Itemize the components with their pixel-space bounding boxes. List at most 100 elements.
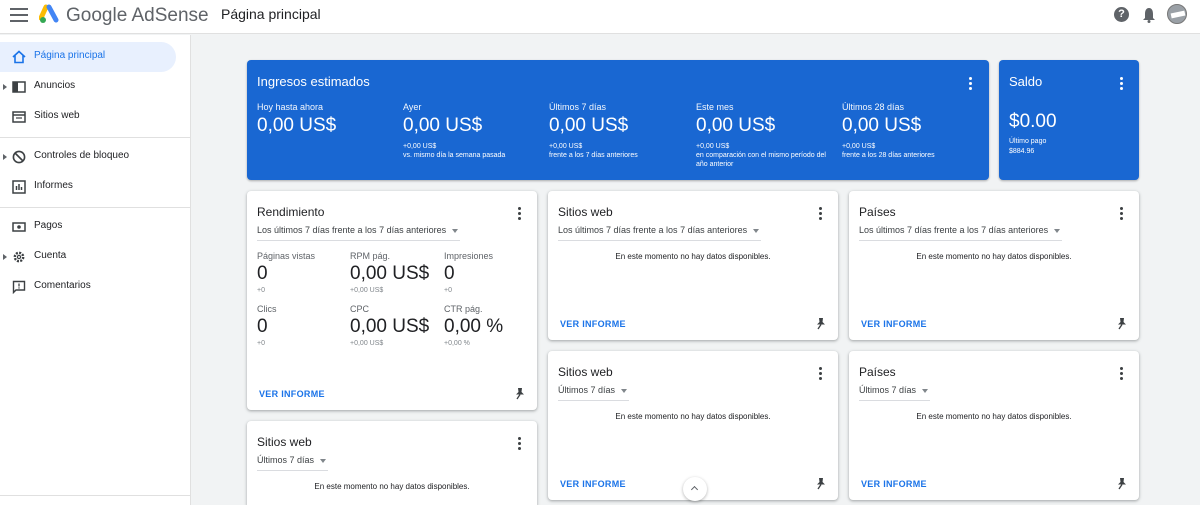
sidebar-divider [0, 137, 191, 138]
stat-today: Hoy hasta ahora 0,00 US$ [257, 102, 397, 137]
menu-icon[interactable] [10, 8, 28, 22]
view-report-link[interactable]: VER INFORME [861, 479, 927, 489]
last-payment-label: Último pago [1009, 138, 1047, 145]
metric-value: 0 [444, 263, 455, 284]
stat-delta: +0,00 US$ [403, 143, 437, 150]
sidebar-item-payments[interactable]: Pagos [0, 212, 176, 242]
expand-caret-icon [3, 254, 7, 260]
metric-delta: +0 [257, 340, 265, 347]
metric-value: 0 [257, 316, 268, 337]
countries-compare-card: Países Los últimos 7 días frente a los 7… [849, 191, 1139, 340]
sidebar-item-reports[interactable]: Informes [0, 172, 176, 202]
metric-value: 0,00 US$ [350, 263, 430, 284]
adsense-logo-icon [39, 4, 59, 23]
metric-delta: +0 [444, 287, 452, 294]
view-report-link[interactable]: VER INFORME [560, 479, 626, 489]
sidebar-item-label: Informes [34, 180, 73, 191]
no-data-message: En este momento no hay datos disponibles… [615, 252, 771, 261]
more-options-icon[interactable] [819, 367, 823, 381]
more-options-icon[interactable] [518, 437, 522, 451]
stat-value: 0,00 US$ [842, 115, 922, 136]
date-range-dropdown[interactable]: Los últimos 7 días frente a los 7 días a… [859, 225, 1063, 241]
brand-name: Google AdSense [66, 5, 209, 26]
last-payment-value: $884.96 [1009, 148, 1035, 155]
help-icon[interactable]: ? [1114, 7, 1129, 22]
metric-value: 0,00 US$ [350, 316, 430, 337]
payments-icon [12, 222, 26, 232]
view-report-link[interactable]: VER INFORME [560, 319, 626, 329]
performance-card: Rendimiento Los últimos 7 días frente a … [247, 191, 537, 410]
pin-icon[interactable] [815, 477, 827, 490]
scroll-up-button[interactable] [683, 477, 707, 501]
sites-icon [12, 111, 26, 123]
date-range-dropdown[interactable]: Los últimos 7 días frente a los 7 días a… [558, 225, 762, 241]
metric-value: 0 [257, 263, 268, 284]
metric-delta: +0,00 US$ [350, 340, 384, 347]
card-title: Países [859, 205, 896, 219]
card-title: Ingresos estimados [257, 74, 370, 89]
sidebar-item-label: Sitios web [34, 110, 80, 121]
stat-note: frente a los 28 días anteriores [842, 152, 935, 159]
expand-caret-icon [3, 154, 7, 160]
expand-caret-icon [3, 84, 7, 90]
metric-label: RPM pág. [350, 251, 391, 261]
metric-cpc: CPC 0,00 US$ +0,00 US$ [350, 304, 429, 347]
metric-label: Impresiones [444, 251, 494, 261]
sidebar-item-account[interactable]: Cuenta [0, 242, 176, 272]
date-range-dropdown[interactable]: Últimos 7 días [257, 455, 329, 471]
reports-icon [12, 180, 26, 194]
stat-this-month: Este mes 0,00 US$ +0,00 US$ en comparació… [696, 102, 836, 169]
dropdown-value: Últimos 7 días [257, 455, 315, 465]
view-report-link[interactable]: VER INFORME [259, 389, 325, 399]
sidebar-item-blocking-controls[interactable]: Controles de bloqueo [0, 142, 176, 172]
feedback-icon [12, 280, 26, 294]
metric-page-ctr: CTR pág. 0,00 % +0,00 % [444, 304, 503, 347]
metric-label: Clics [257, 304, 277, 314]
card-title: Sitios web [558, 365, 613, 379]
sidebar-item-feedback[interactable]: Comentarios [0, 272, 176, 302]
stat-delta: +0,00 US$ [696, 143, 730, 150]
dropdown-value: Los últimos 7 días frente a los 7 días a… [558, 225, 748, 235]
sidebar-item-label: Cuenta [34, 250, 67, 261]
balance-value: $0.00 [1009, 111, 1057, 132]
more-options-icon[interactable] [518, 207, 522, 221]
pin-icon[interactable] [1116, 477, 1128, 490]
stat-last-7-days: Últimos 7 días 0,00 US$ +0,00 US$ frente … [549, 102, 689, 160]
stat-value: 0,00 US$ [403, 115, 483, 136]
estimated-earnings-card: Ingresos estimados Hoy hasta ahora 0,00 … [247, 60, 989, 180]
stat-value: 0,00 US$ [257, 115, 337, 136]
stat-note: vs. mismo día la semana pasada [403, 152, 506, 159]
pin-icon[interactable] [815, 317, 827, 330]
no-data-message: En este momento no hay datos disponibles… [916, 412, 1072, 421]
metric-page-views: Páginas vistas 0 +0 [257, 251, 315, 294]
sidebar-item-sites[interactable]: Sitios web [0, 102, 176, 132]
metric-label: CTR pág. [444, 304, 483, 314]
avatar[interactable] [1167, 4, 1187, 24]
view-report-link[interactable]: VER INFORME [861, 319, 927, 329]
sidebar-item-home[interactable]: Página principal [0, 42, 176, 72]
sidebar-item-label: Controles de bloqueo [34, 150, 130, 161]
stat-label: Últimos 7 días [549, 102, 607, 112]
more-options-icon[interactable] [1120, 207, 1124, 221]
stat-label: Últimos 28 días [842, 102, 905, 112]
sidebar-divider [0, 495, 191, 496]
date-range-dropdown[interactable]: Los últimos 7 días frente a los 7 días a… [257, 225, 461, 241]
more-options-icon[interactable] [819, 207, 823, 221]
date-range-dropdown[interactable]: Últimos 7 días [558, 385, 630, 401]
chevron-down-icon [320, 459, 327, 463]
stat-note: frente a los 7 días anteriores [549, 152, 638, 159]
sidebar-item-ads[interactable]: Anuncios [0, 72, 176, 102]
stat-yesterday: Ayer 0,00 US$ +0,00 US$ vs. mismo día la … [403, 102, 543, 160]
more-options-icon[interactable] [969, 77, 973, 91]
dropdown-value: Los últimos 7 días frente a los 7 días a… [257, 225, 447, 235]
metric-delta: +0 [257, 287, 265, 294]
bell-icon[interactable] [1142, 7, 1156, 23]
more-options-icon[interactable] [1120, 367, 1124, 381]
pin-icon[interactable] [1116, 317, 1128, 330]
metric-page-rpm: RPM pág. 0,00 US$ +0,00 US$ [350, 251, 429, 294]
sidebar-item-label: Página principal [34, 50, 106, 61]
more-options-icon[interactable] [1120, 77, 1124, 91]
card-title: Rendimiento [257, 205, 325, 219]
pin-icon[interactable] [514, 387, 526, 400]
date-range-dropdown[interactable]: Últimos 7 días [859, 385, 931, 401]
